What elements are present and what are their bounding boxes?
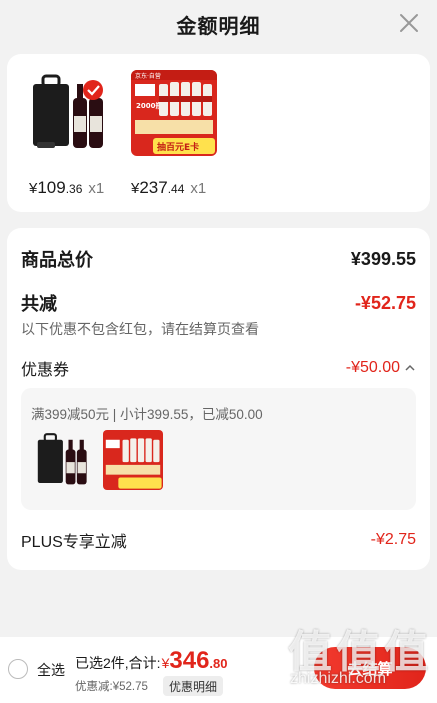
product-image-liquor-promo: 京东·自营 2000瓶 抽百元E卡 [131, 70, 217, 156]
product-price: ¥ 109 .36 x1 [29, 178, 115, 198]
coupon-description: 满399减50元 | 小计399.55，已减50.00 [31, 407, 263, 422]
coupon-product-image-liquor [103, 430, 163, 490]
total-currency: ¥ [161, 655, 170, 671]
price-decimal: .44 [167, 182, 185, 196]
price-integer: 237 [139, 178, 168, 197]
price-symbol: ¥ [29, 180, 38, 197]
discount-detail-button[interactable]: 优惠明细 [163, 676, 224, 696]
discount-summary: 优惠减:¥52.75 [75, 681, 148, 693]
product-quantity: x1 [190, 180, 207, 197]
product-quantity: x1 [88, 180, 105, 197]
coupon-label: 优惠券 [21, 362, 70, 379]
plus-discount-row: PLUS专享立减 -¥2.75 [21, 528, 416, 552]
coupon-detail-box: 满399减50元 | 小计399.55，已减50.00 [21, 388, 416, 510]
close-icon[interactable] [397, 11, 421, 35]
total-reduction-row: 共减 -¥52.75 [21, 290, 416, 316]
header: 金额明细 [0, 0, 437, 48]
plus-discount-label: PLUS专享立减 [21, 534, 127, 551]
total-decimal: .80 [209, 656, 228, 671]
plus-discount-value: -¥2.75 [370, 531, 416, 548]
selected-prefix: 已选2件,合计: [75, 655, 161, 671]
product-price: ¥ 237 .44 x1 [131, 178, 217, 198]
coupon-row[interactable]: 优惠券 -¥50.00 [21, 356, 416, 380]
chevron-up-icon[interactable] [404, 362, 416, 374]
product-item[interactable]: ¥ 109 .36 x1 [29, 70, 115, 198]
select-all-label[interactable]: 全选 [37, 660, 65, 680]
total-reduction-label: 共减 [21, 294, 57, 314]
promo-badge-text: 京东·自营 [135, 72, 161, 80]
summary-card: 商品总价 ¥399.55 共减 -¥52.75 以下优惠不包含红包，请在结算页查… [7, 228, 430, 570]
promo-count-text: 2000瓶 [136, 101, 162, 110]
product-item[interactable]: 京东·自营 2000瓶 抽百元E卡 ¥ 237 .44 x1 [131, 70, 217, 198]
total-integer: 346 [169, 647, 210, 674]
total-price-row: 商品总价 ¥399.55 [21, 246, 416, 272]
promo-banner-text: 抽百元E卡 [157, 141, 199, 153]
price-integer: 109 [37, 178, 66, 197]
reduction-note: 以下优惠不包含红包，请在结算页查看 [21, 321, 259, 337]
selected-total: 已选2件,合计: ¥ 346 .80 [75, 647, 228, 675]
total-reduction-value: -¥52.75 [354, 292, 416, 313]
price-decimal: .36 [65, 182, 83, 196]
checkout-button[interactable]: 去结算 [314, 647, 426, 689]
total-price-label: 商品总价 [21, 250, 93, 270]
coupon-product-image-wine [35, 430, 95, 490]
coupon-value: -¥50.00 [345, 359, 400, 376]
bottom-bar: 全选 已选2件,合计: ¥ 346 .80 优惠减:¥52.75 优惠明细 去结… [0, 637, 437, 703]
page-title: 金额明细 [176, 15, 261, 38]
product-image-wine-box [29, 70, 115, 156]
products-card: ¥ 109 .36 x1 京东·自营 2000瓶 抽百元E卡 ¥ 237 .44… [7, 54, 430, 212]
total-price-value: ¥399.55 [350, 248, 416, 269]
select-all-checkbox[interactable] [8, 659, 28, 679]
price-symbol: ¥ [131, 180, 140, 197]
